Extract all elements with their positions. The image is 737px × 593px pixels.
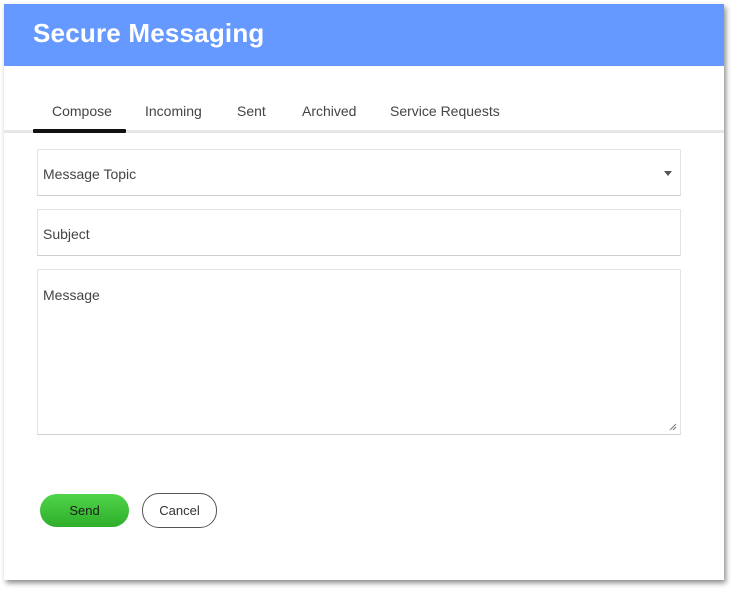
- secure-messaging-window: Secure Messaging Compose Incoming Sent A…: [4, 4, 724, 580]
- tab-service-requests[interactable]: Service Requests: [390, 103, 500, 119]
- tab-sent[interactable]: Sent: [237, 103, 266, 119]
- page-title: Secure Messaging: [33, 18, 265, 48]
- message-placeholder: Message: [43, 287, 100, 303]
- send-button[interactable]: Send: [40, 494, 129, 527]
- tab-archived[interactable]: Archived: [302, 103, 356, 119]
- subject-placeholder: Subject: [43, 226, 90, 242]
- message-topic-placeholder: Message Topic: [43, 166, 137, 182]
- tab-incoming[interactable]: Incoming: [145, 103, 202, 119]
- cancel-button[interactable]: Cancel: [142, 493, 217, 528]
- tab-compose[interactable]: Compose: [52, 103, 112, 119]
- resize-handle-icon[interactable]: [669, 423, 677, 431]
- subject-input[interactable]: Subject: [37, 209, 681, 256]
- app-header: Secure Messaging: [4, 4, 724, 66]
- message-textarea[interactable]: Message: [37, 269, 681, 435]
- message-topic-select[interactable]: Message Topic: [37, 149, 681, 196]
- active-tab-indicator: [33, 129, 126, 133]
- caret-down-icon[interactable]: [664, 171, 672, 176]
